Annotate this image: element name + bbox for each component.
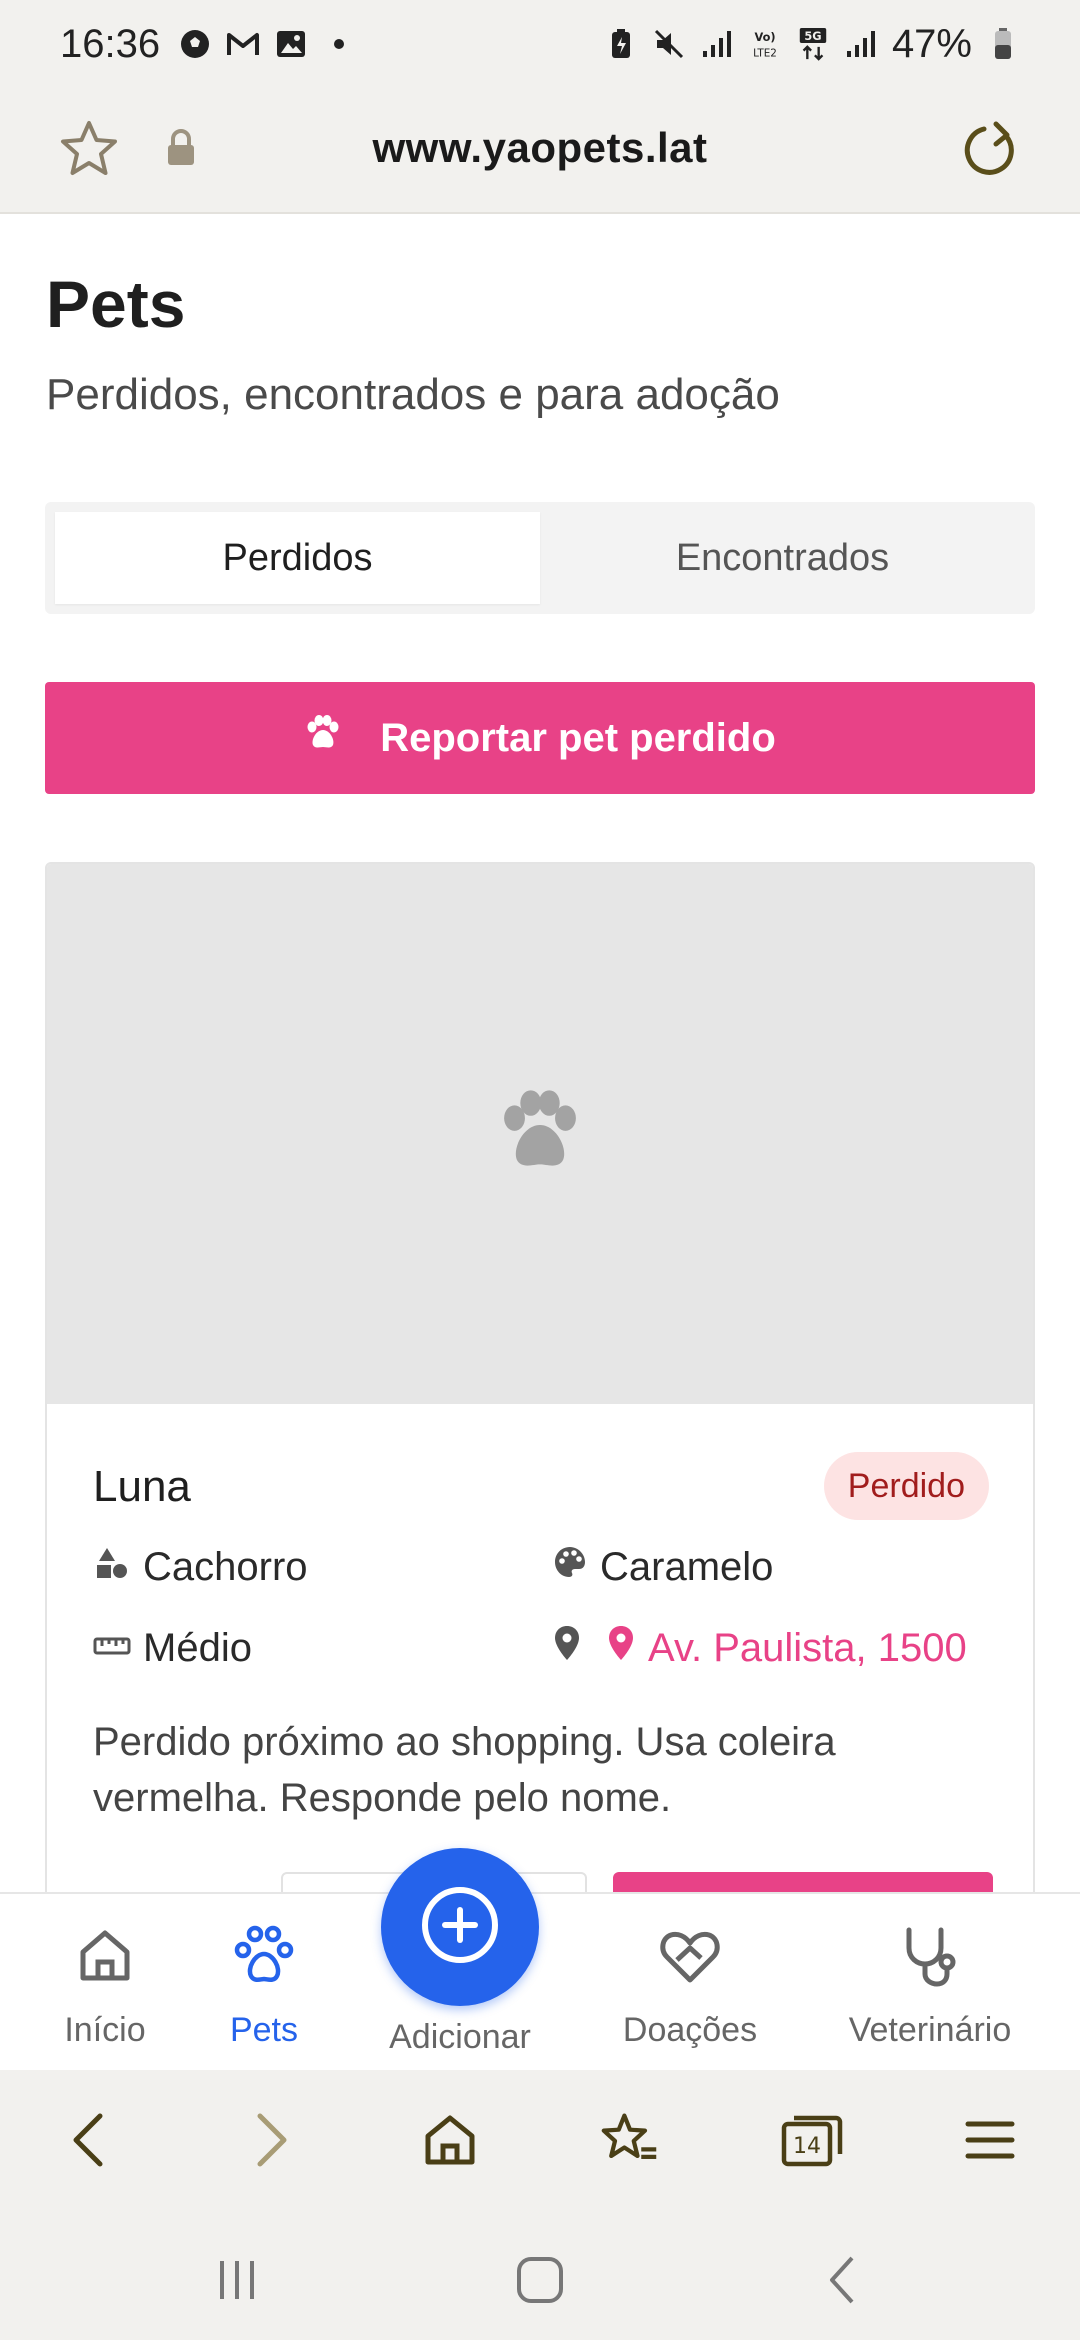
pet-photo-placeholder (47, 864, 1033, 1404)
paw-icon (231, 1924, 297, 1997)
forward-icon[interactable] (242, 2110, 302, 2170)
heart-hand-icon (657, 1924, 723, 1997)
nav-doacoes-label: Doações (622, 2011, 758, 2049)
location-pin-icon (552, 1624, 582, 1672)
ruler-icon (93, 1626, 131, 1671)
system-back-icon[interactable] (822, 2250, 862, 2310)
browser-url-bar: www.yaopets.lat (0, 88, 1080, 214)
signal-icon (700, 27, 734, 61)
nav-pets[interactable]: Pets (164, 1894, 364, 2072)
size-info: Médio (93, 1626, 252, 1671)
status-bar: 16:36 Vo) LTE2 5G 47% (0, 0, 1080, 88)
pet-name: Luna (93, 1462, 191, 1511)
system-status-icons: Vo) LTE2 5G 47% (604, 22, 1020, 67)
battery-saver-icon (604, 27, 638, 61)
pet-card[interactable]: Luna Perdido Cachorro Caramelo Médio Av.… (45, 862, 1035, 1892)
svg-text:LTE2: LTE2 (753, 47, 777, 59)
svg-text:Vo): Vo) (754, 30, 775, 44)
nav-veterinario-label: Veterinário (848, 2011, 1012, 2049)
image-icon (274, 27, 308, 61)
nav-pets-label: Pets (229, 2011, 299, 2049)
plus-circle-icon (419, 1884, 501, 1971)
color-info: Caramelo (552, 1544, 773, 1590)
browser-toolbar: 14 (0, 2070, 1080, 2210)
location-link[interactable]: Av. Paulista, 1500 (648, 1626, 967, 1671)
gmail-icon (226, 27, 260, 61)
nav-doacoes[interactable]: Doações (590, 1894, 790, 2072)
battery-icon (986, 27, 1020, 61)
color-text: Caramelo (600, 1544, 774, 1589)
card-primary-button[interactable] (613, 1872, 993, 1892)
palette-icon (552, 1544, 588, 1590)
status-time: 16:36 (60, 21, 161, 66)
stethoscope-icon (897, 1924, 963, 1997)
status-badge: Perdido (823, 1452, 989, 1520)
volte-icon: Vo) LTE2 (748, 27, 782, 61)
page-title: Pets (46, 267, 186, 341)
pet-status-tabs: Perdidos Encontrados (45, 502, 1035, 614)
paw-placeholder-icon (496, 1089, 584, 1179)
system-navigation (0, 2210, 1080, 2340)
report-button-label: Reportar pet perdido (380, 715, 776, 760)
location-pin-pink-icon (606, 1624, 636, 1672)
menu-icon[interactable] (960, 2110, 1020, 2170)
recent-apps-icon[interactable] (214, 2250, 260, 2310)
back-icon[interactable] (58, 2110, 118, 2170)
home-icon[interactable] (420, 2110, 480, 2170)
pet-description: Perdido próximo ao shopping. Usa coleira… (93, 1720, 836, 1820)
5g-icon: 5G (796, 27, 830, 61)
species-info: Cachorro (93, 1544, 308, 1590)
report-lost-pet-button[interactable]: Reportar pet perdido (45, 682, 1035, 794)
tabs-icon[interactable]: 14 (780, 2110, 844, 2170)
home-button-icon[interactable] (514, 2250, 566, 2310)
add-button[interactable] (381, 1848, 539, 2006)
page-content: Pets Perdidos, encontrados e para adoção… (0, 214, 1080, 1892)
species-text: Cachorro (143, 1544, 308, 1589)
notification-icons (178, 27, 356, 61)
nav-inicio-label: Início (64, 2011, 146, 2049)
mute-icon (652, 27, 686, 61)
signal-icon-2 (844, 27, 878, 61)
svg-text:5G: 5G (804, 29, 821, 43)
dot-icon (322, 27, 356, 61)
soccer-ball-icon (178, 27, 212, 61)
tab-count: 14 (793, 2134, 821, 2159)
battery-percent: 47% (891, 21, 972, 66)
location-info: Av. Paulista, 1500 (552, 1624, 967, 1672)
tab-encontrados[interactable]: Encontrados (540, 512, 1025, 604)
reload-icon[interactable] (958, 118, 1022, 187)
bookmarks-icon[interactable] (600, 2110, 660, 2170)
page-subtitle: Perdidos, encontrados e para adoção (46, 370, 780, 419)
paw-icon (304, 715, 342, 761)
size-text: Médio (143, 1626, 252, 1670)
tab-perdidos[interactable]: Perdidos (55, 512, 540, 604)
home-icon (73, 1924, 137, 1997)
nav-veterinario[interactable]: Veterinário (830, 1894, 1030, 2072)
add-button-label: Adicionar (389, 2018, 531, 2056)
shapes-icon (93, 1544, 131, 1590)
url-text[interactable]: www.yaopets.lat (0, 124, 1080, 172)
